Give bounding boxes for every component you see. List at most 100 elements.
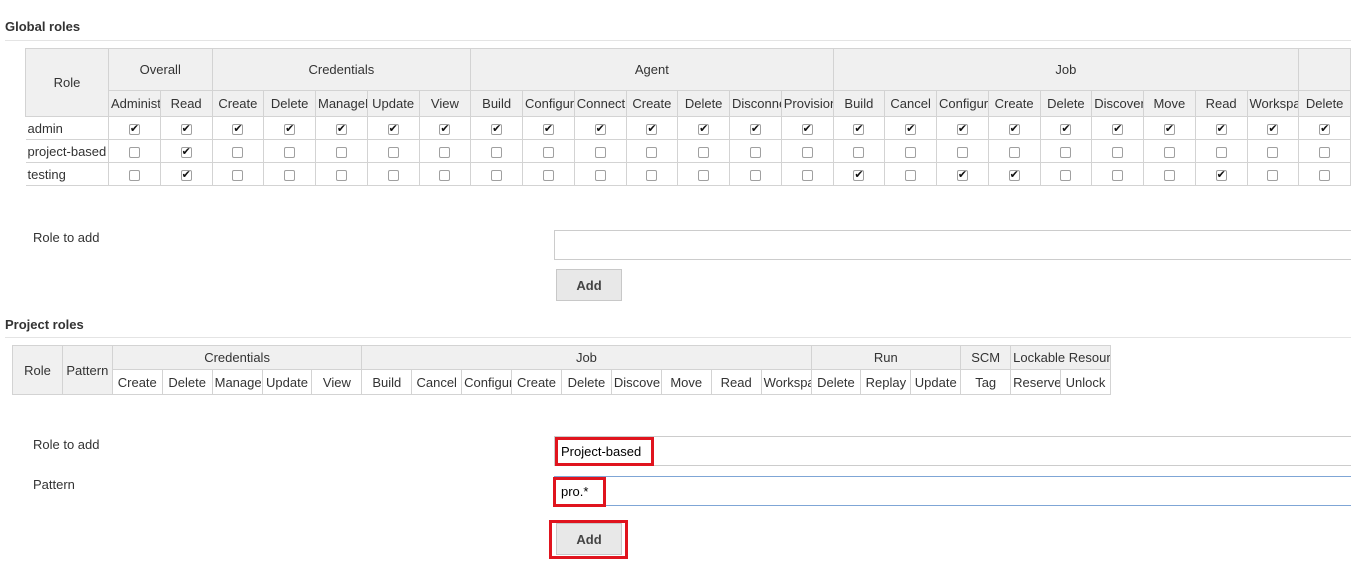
- permission-checkbox[interactable]: [387, 146, 399, 158]
- permission-checkbox[interactable]: [232, 169, 244, 181]
- permission-checkbox[interactable]: [1060, 122, 1072, 136]
- perm-header-managedomains: ManageDomains: [315, 90, 368, 117]
- permission-checkbox[interactable]: [387, 169, 399, 181]
- permission-checkbox[interactable]: [232, 146, 244, 158]
- project-add-button[interactable]: Add: [556, 523, 622, 555]
- permission-cell: [573, 139, 627, 163]
- permission-checkbox[interactable]: [594, 146, 606, 158]
- permission-checkbox[interactable]: [698, 169, 710, 181]
- perm-header-move: Move: [1143, 90, 1196, 117]
- permission-checkbox[interactable]: [1319, 169, 1331, 181]
- permission-checkbox[interactable]: [1163, 146, 1175, 158]
- permission-checkbox[interactable]: [956, 122, 968, 136]
- perm-header-unlock: Unlock: [1060, 369, 1111, 395]
- permission-checkbox[interactable]: [853, 122, 865, 136]
- perm-header-view: View: [418, 90, 472, 117]
- permission-checkbox[interactable]: [1112, 146, 1124, 158]
- permission-checkbox[interactable]: [956, 168, 968, 182]
- permission-checkbox[interactable]: [853, 146, 865, 158]
- permission-checkbox[interactable]: [905, 122, 917, 136]
- permission-checkbox[interactable]: [1112, 122, 1124, 136]
- permission-checkbox[interactable]: [1215, 168, 1227, 182]
- permission-checkbox[interactable]: [1319, 122, 1331, 136]
- global-add-button[interactable]: Add: [556, 269, 622, 301]
- permission-checkbox[interactable]: [128, 169, 140, 181]
- pattern-input[interactable]: [554, 476, 1351, 506]
- permission-cell: [936, 139, 989, 163]
- group-header-extra: [1298, 48, 1351, 91]
- table-row: ×testing: [25, 162, 1351, 186]
- permission-checkbox[interactable]: [1060, 146, 1072, 158]
- permission-checkbox[interactable]: [284, 169, 296, 181]
- group-header-job: Job: [832, 48, 1300, 91]
- permission-checkbox[interactable]: [180, 122, 192, 136]
- permission-checkbox[interactable]: [542, 146, 554, 158]
- divider: [5, 40, 1351, 41]
- perm-header-view: View: [311, 369, 363, 395]
- permission-checkbox[interactable]: [646, 146, 658, 158]
- permission-checkbox[interactable]: [284, 122, 296, 136]
- permission-checkbox[interactable]: [128, 146, 140, 158]
- permission-checkbox[interactable]: [180, 168, 192, 182]
- permission-checkbox[interactable]: [594, 169, 606, 181]
- permission-checkbox[interactable]: [1267, 169, 1279, 181]
- permission-checkbox[interactable]: [749, 122, 761, 136]
- permission-cell: [1143, 162, 1196, 186]
- permission-checkbox[interactable]: [1008, 146, 1020, 158]
- permission-cell: [987, 162, 1041, 186]
- permission-checkbox[interactable]: [1008, 168, 1020, 182]
- permission-checkbox[interactable]: [1008, 122, 1020, 136]
- permission-checkbox[interactable]: [284, 146, 296, 158]
- perm-header-update: Update: [261, 369, 313, 395]
- permission-checkbox[interactable]: [646, 169, 658, 181]
- project-role-to-add-input[interactable]: [554, 436, 1351, 466]
- permission-checkbox[interactable]: [542, 169, 554, 181]
- permission-checkbox[interactable]: [439, 169, 451, 181]
- permission-checkbox[interactable]: [1163, 169, 1175, 181]
- group-header-overall: Overall: [108, 48, 213, 91]
- permission-cell: [729, 162, 782, 186]
- permission-checkbox[interactable]: [128, 122, 140, 136]
- permission-checkbox[interactable]: [335, 146, 347, 158]
- permission-checkbox[interactable]: [1319, 146, 1331, 158]
- permission-checkbox[interactable]: [905, 146, 917, 158]
- permission-cell: [573, 116, 627, 140]
- global-role-to-add-input[interactable]: [554, 230, 1351, 260]
- permission-checkbox[interactable]: [1215, 146, 1227, 158]
- permission-checkbox[interactable]: [180, 145, 192, 159]
- permission-cell: [1298, 139, 1351, 163]
- permission-checkbox[interactable]: [1267, 146, 1279, 158]
- permission-checkbox[interactable]: [1267, 122, 1279, 136]
- perm-header-read: Read: [159, 90, 213, 117]
- permission-checkbox[interactable]: [491, 122, 503, 136]
- permission-checkbox[interactable]: [956, 146, 968, 158]
- permission-checkbox[interactable]: [698, 122, 710, 136]
- perm-header-create: Create: [987, 90, 1041, 117]
- permission-checkbox[interactable]: [491, 169, 503, 181]
- permission-checkbox[interactable]: [801, 146, 813, 158]
- permission-cell: [108, 162, 161, 186]
- permission-checkbox[interactable]: [232, 122, 244, 136]
- permission-checkbox[interactable]: [1112, 169, 1124, 181]
- permission-checkbox[interactable]: [439, 146, 451, 158]
- permission-checkbox[interactable]: [749, 169, 761, 181]
- permission-checkbox[interactable]: [387, 122, 399, 136]
- permission-checkbox[interactable]: [335, 169, 347, 181]
- permission-checkbox[interactable]: [335, 122, 347, 136]
- permission-checkbox[interactable]: [439, 122, 451, 136]
- permission-checkbox[interactable]: [749, 146, 761, 158]
- permission-checkbox[interactable]: [491, 146, 503, 158]
- permission-checkbox[interactable]: [1060, 169, 1072, 181]
- permission-checkbox[interactable]: [801, 169, 813, 181]
- permission-checkbox[interactable]: [1163, 122, 1175, 136]
- permission-checkbox[interactable]: [646, 122, 658, 136]
- permission-checkbox[interactable]: [594, 122, 606, 136]
- permission-checkbox[interactable]: [801, 122, 813, 136]
- permission-checkbox[interactable]: [853, 168, 865, 182]
- permission-checkbox[interactable]: [1215, 122, 1227, 136]
- permission-checkbox[interactable]: [698, 146, 710, 158]
- permission-checkbox[interactable]: [542, 122, 554, 136]
- permission-cell: [418, 162, 472, 186]
- perm-header-delete: Delete: [560, 369, 612, 395]
- permission-checkbox[interactable]: [905, 169, 917, 181]
